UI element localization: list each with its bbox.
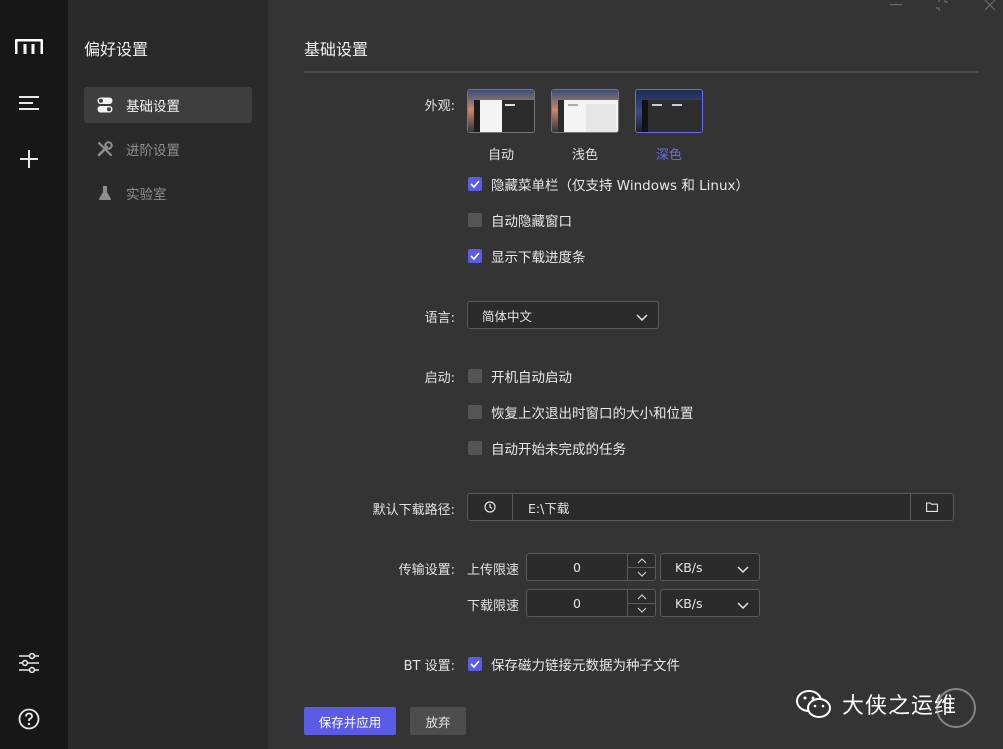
upload-limit-value[interactable]: 0 — [527, 554, 627, 580]
help-icon[interactable] — [14, 704, 44, 734]
close-icon[interactable] — [980, 0, 1000, 12]
checkbox-unchecked[interactable] — [468, 441, 482, 455]
discard-button[interactable]: 放弃 — [410, 707, 466, 735]
option-label: 恢复上次退出时窗口的大小和位置 — [491, 406, 694, 422]
chevron-down-icon — [737, 598, 749, 613]
upload-unit-select[interactable]: KB/s — [660, 553, 760, 581]
minimize-icon[interactable] — [886, 0, 906, 12]
chevron-down-icon — [737, 562, 749, 577]
option-label: 自动隐藏窗口 — [491, 214, 572, 230]
restore-window-option[interactable]: 恢复上次退出时窗口的大小和位置 — [468, 403, 694, 422]
show-progress-bar-option[interactable]: 显示下载进度条 — [468, 247, 586, 266]
theme-dark[interactable] — [635, 89, 703, 133]
tools-icon — [96, 140, 114, 158]
theme-light-label[interactable]: 浅色 — [551, 144, 619, 163]
option-label: 显示下载进度条 — [491, 250, 586, 266]
app-rail — [0, 0, 68, 749]
startup-label: 启动: — [424, 371, 455, 386]
download-limit-stepper[interactable]: 0 — [526, 589, 656, 617]
upload-limit-label: 上传限速 — [467, 563, 520, 578]
sidebar-item-label: 实验室 — [126, 187, 167, 203]
chevron-down-icon[interactable] — [627, 603, 655, 616]
download-unit-select[interactable]: KB/s — [660, 589, 760, 617]
sidebar-title: 偏好设置 — [84, 40, 149, 59]
resume-tasks-option[interactable]: 自动开始未完成的任务 — [468, 439, 626, 458]
plus-icon[interactable] — [14, 144, 44, 174]
download-path-input[interactable]: E:\下载 — [514, 494, 910, 520]
checkbox-checked[interactable] — [468, 249, 482, 263]
theme-auto[interactable] — [467, 89, 535, 133]
theme-dark-label[interactable]: 深色 — [635, 144, 703, 163]
maximize-icon[interactable] — [932, 0, 952, 12]
language-value: 简体中文 — [482, 308, 533, 324]
download-path-label: 默认下载路径: — [372, 503, 455, 518]
download-path-field: E:\下载 — [467, 493, 954, 521]
chevron-up-icon[interactable] — [627, 590, 655, 603]
checkbox-checked[interactable] — [468, 177, 482, 191]
wechat-icon — [796, 689, 832, 719]
sidebar-item-advanced[interactable]: 进阶设置 — [84, 131, 252, 167]
sidebar-item-lab[interactable]: 实验室 — [84, 175, 252, 211]
launch-at-login-option[interactable]: 开机自动启动 — [468, 367, 572, 386]
folder-icon[interactable] — [910, 494, 953, 520]
sidebar-item-label: 基础设置 — [126, 99, 180, 115]
save-magnet-metadata-option[interactable]: 保存磁力链接元数据为种子文件 — [468, 655, 680, 674]
sidebar-item-label: 进阶设置 — [126, 143, 180, 159]
checkbox-unchecked[interactable] — [468, 369, 482, 383]
language-select[interactable]: 简体中文 — [467, 301, 659, 329]
option-label: 隐藏菜单栏（仅支持 Windows 和 Linux） — [491, 178, 750, 194]
option-label: 自动开始未完成的任务 — [491, 442, 626, 458]
history-icon[interactable] — [468, 494, 513, 520]
toggle-icon — [96, 96, 114, 114]
bt-label: BT 设置: — [403, 659, 455, 674]
settings-panel: 基础设置 外观: 自动 浅色 深色 隐藏菜单栏（仅支持 Windows 和 Li… — [268, 0, 1003, 749]
chevron-up-icon[interactable] — [627, 554, 655, 567]
language-label: 语言: — [424, 311, 455, 326]
page-title: 基础设置 — [304, 40, 369, 59]
download-limit-label: 下载限速 — [467, 599, 520, 614]
watermark: 大侠之运维 — [796, 688, 957, 720]
hide-menubar-option[interactable]: 隐藏菜单栏（仅支持 Windows 和 Linux） — [468, 175, 750, 194]
title-divider — [304, 71, 978, 73]
chevron-down-icon — [636, 310, 648, 325]
menu-icon[interactable] — [14, 88, 44, 118]
theme-auto-label[interactable]: 自动 — [467, 144, 535, 163]
upload-unit-value: KB/s — [675, 559, 703, 575]
chevron-down-icon[interactable] — [627, 567, 655, 580]
logo-icon[interactable] — [14, 32, 44, 62]
download-unit-value: KB/s — [675, 595, 703, 611]
sliders-icon[interactable] — [14, 648, 44, 678]
sidebar-item-basic[interactable]: 基础设置 — [84, 87, 252, 123]
preferences-sidebar: 偏好设置 基础设置 进阶设置 实验室 — [68, 0, 268, 749]
download-limit-value[interactable]: 0 — [527, 590, 627, 616]
auto-hide-window-option[interactable]: 自动隐藏窗口 — [468, 211, 572, 230]
option-label: 开机自动启动 — [491, 370, 572, 386]
scroll-top-icon[interactable] — [936, 688, 976, 728]
option-label: 保存磁力链接元数据为种子文件 — [491, 658, 680, 674]
upload-limit-stepper[interactable]: 0 — [526, 553, 656, 581]
appearance-label: 外观: — [424, 99, 455, 114]
save-apply-button[interactable]: 保存并应用 — [304, 707, 396, 735]
checkbox-unchecked[interactable] — [468, 405, 482, 419]
checkbox-unchecked[interactable] — [468, 213, 482, 227]
checkbox-checked[interactable] — [468, 657, 482, 671]
transfer-label: 传输设置: — [398, 563, 455, 578]
theme-light[interactable] — [551, 89, 619, 133]
flask-icon — [96, 184, 114, 202]
